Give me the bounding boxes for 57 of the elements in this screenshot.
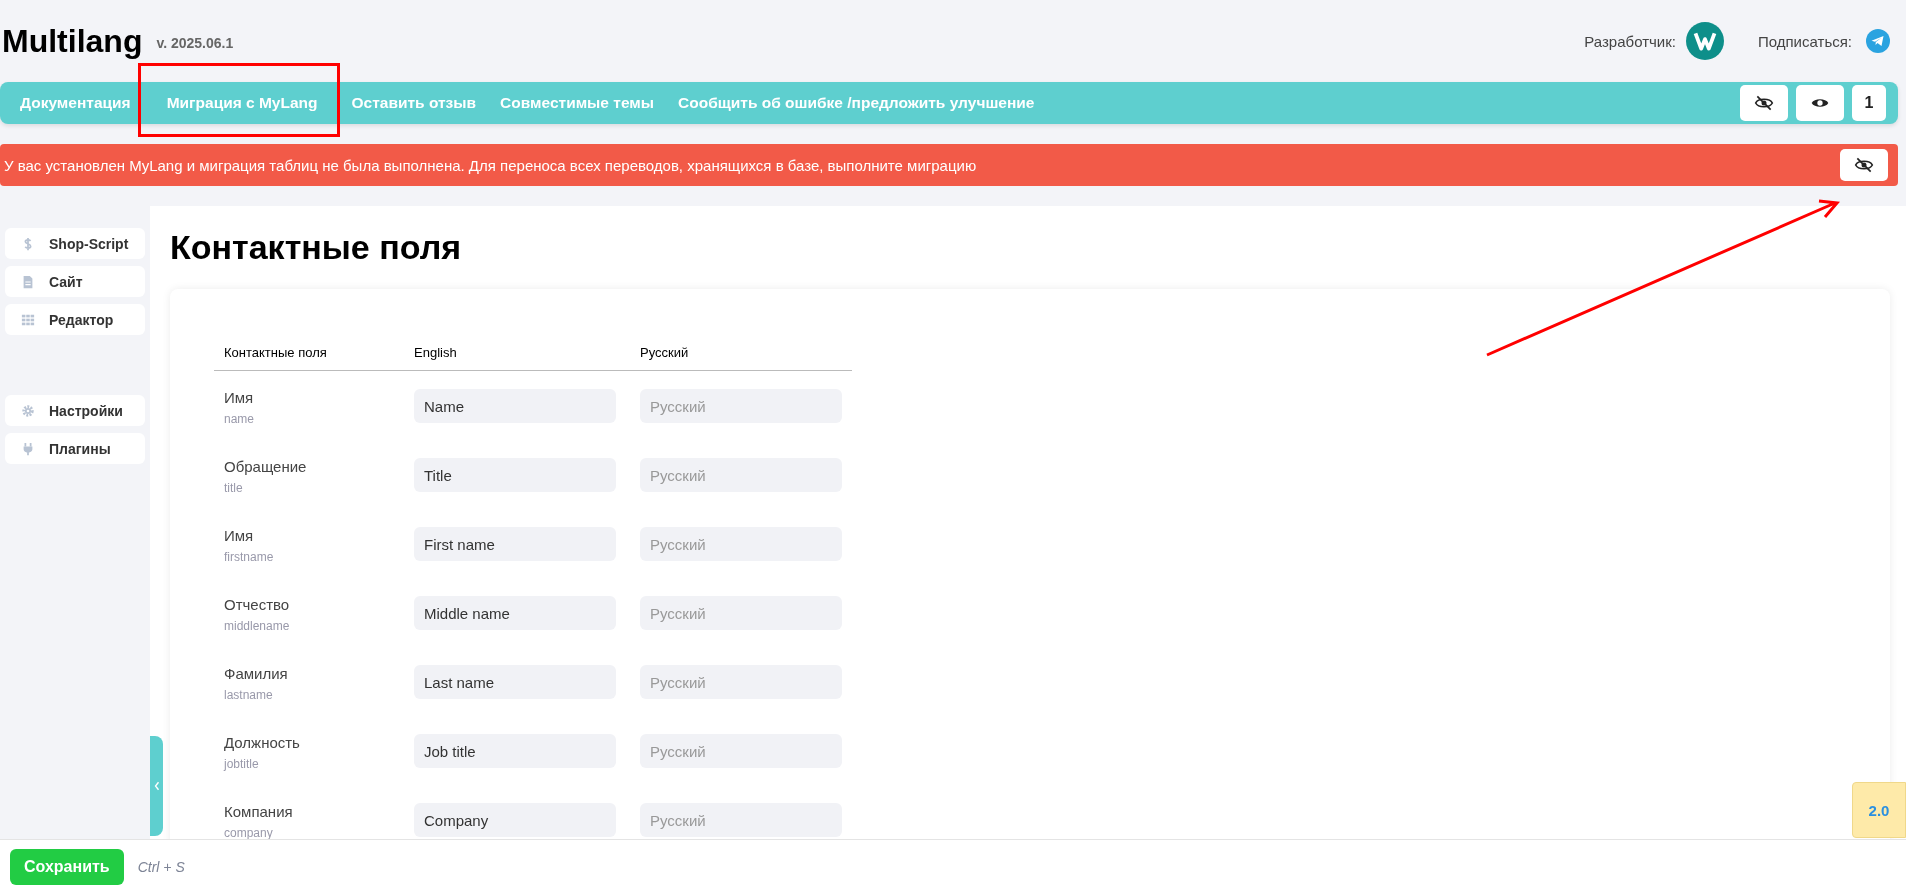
english-input-field[interactable]: Job title [414,734,616,768]
field-key: name [224,412,394,426]
app-title: Multilang [2,22,143,60]
plug-icon [21,441,35,456]
field-key: company [224,826,394,839]
shortcut-hint: Ctrl + S [136,859,186,875]
field-label: Должность [224,734,301,751]
page-title: Контактные поля [170,228,462,267]
column-header: Русский [630,337,852,371]
english-input-field[interactable]: Name [414,389,616,423]
russian-input-field[interactable]: Русский [640,665,842,699]
english-input-field[interactable]: Title [414,458,616,492]
subscribe-label: Подписаться: [1757,32,1852,50]
russian-input-field[interactable]: Русский [640,803,842,837]
sidebar-item[interactable]: Редактор [5,304,145,335]
english-input-field[interactable]: First name [414,527,616,561]
field-label: Фамилия [224,665,289,682]
eye-slash-icon [1854,155,1874,175]
russian-input-field[interactable]: Русский [640,527,842,561]
russian-input-field[interactable]: Русский [640,389,842,423]
sidebar-item[interactable]: Плагины [5,433,145,464]
column-header: Контактные поля [214,337,404,371]
field-label: Имя [224,527,255,544]
document-icon [21,274,35,289]
count-button[interactable]: 1 [1852,85,1886,121]
field-key: jobtitle [224,757,394,771]
hide-button[interactable] [1740,85,1788,121]
english-input-field[interactable]: Last name [414,665,616,699]
show-button[interactable] [1796,85,1844,121]
sidebar-item[interactable]: Настройки [5,395,145,426]
field-key: middlename [224,619,394,633]
sidebar-item[interactable]: Shop-Script [5,228,145,259]
english-input-field[interactable]: Middle name [414,596,616,630]
russian-input-field[interactable]: Русский [640,458,842,492]
column-header: English [404,337,630,371]
field-label: Имя [224,389,255,406]
settings-icon [21,403,35,418]
field-key: title [224,481,394,495]
grid-icon [21,312,35,327]
field-key: lastname [224,688,394,702]
collapse-sidebar-handle[interactable] [150,736,163,836]
field-label: Компания [224,803,294,820]
russian-input-field[interactable]: Русский [640,734,842,768]
chevron-left-icon [153,781,160,791]
developer-logo-icon[interactable] [1685,22,1724,60]
hide-alert-button[interactable] [1840,149,1888,181]
english-input-field[interactable]: Company [414,803,616,837]
russian-input-field[interactable]: Русский [640,596,842,630]
developer-label: Разработчик: [1584,32,1676,50]
field-label: Отчество [224,596,291,613]
eye-slash-icon [1754,93,1774,113]
field-label: Обращение [224,458,308,475]
version-label: v. 2025.06.1 [156,35,234,51]
field-key: firstname [224,550,394,564]
alert-message: У вас установлен MyLang и миграция таблиц не была выполнена. Для переноса всех переводов, хранящихся в базе, выполните миграцию [4,156,977,174]
sidebar-item[interactable]: Сайт [5,266,145,297]
telegram-icon[interactable] [1866,29,1890,53]
